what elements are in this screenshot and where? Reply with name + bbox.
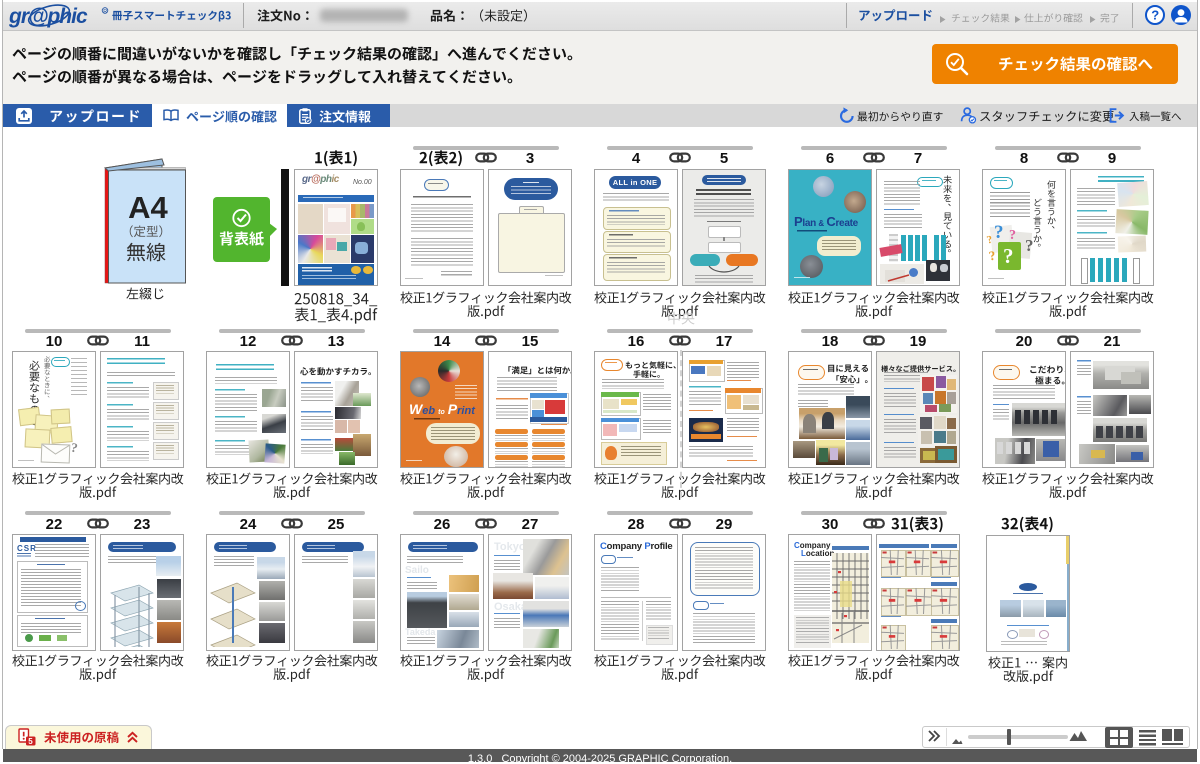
svg-text:?: ? xyxy=(1151,8,1159,23)
svg-text:R: R xyxy=(103,9,107,15)
svg-text:5: 5 xyxy=(28,737,33,746)
